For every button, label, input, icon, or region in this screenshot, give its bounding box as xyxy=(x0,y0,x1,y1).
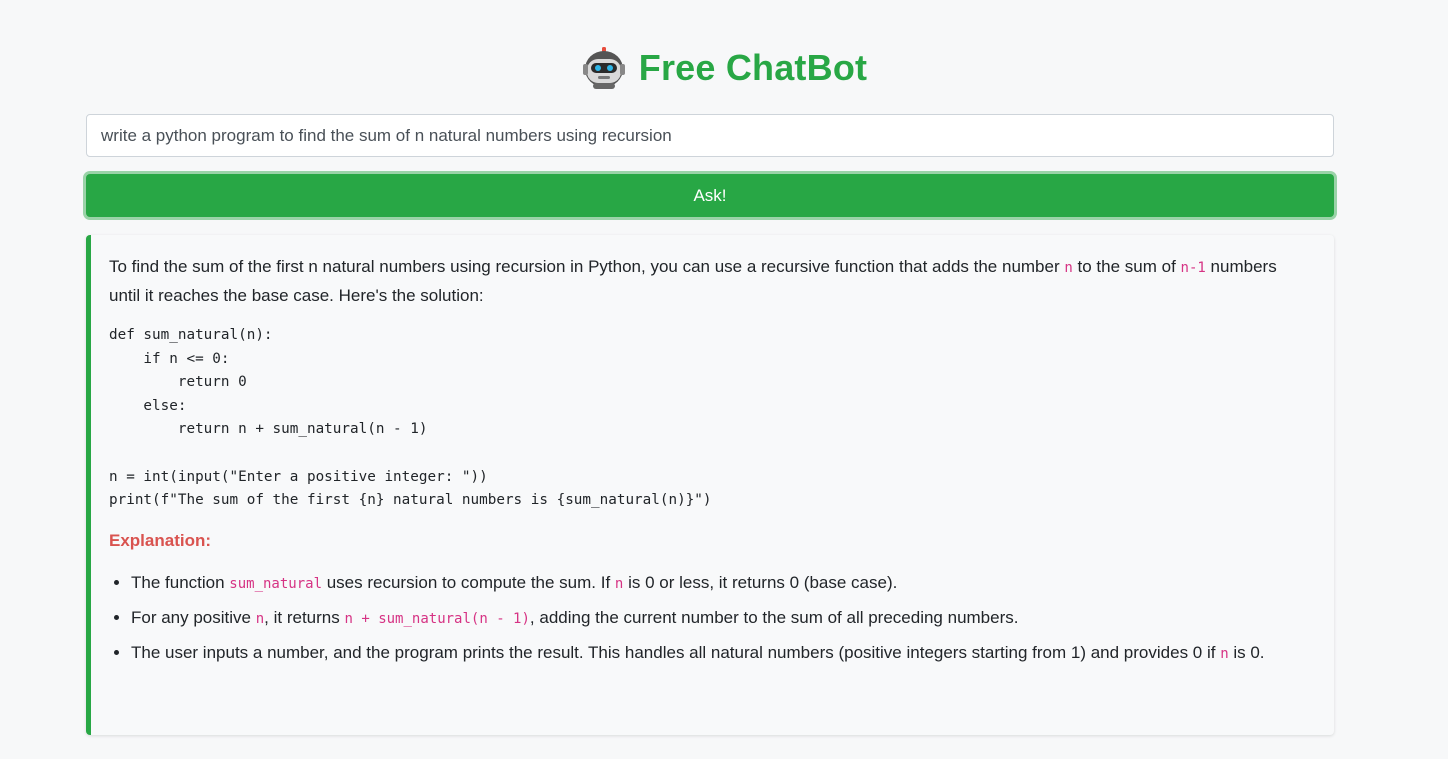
intro-text: To find the sum of the first n natural n… xyxy=(109,257,1065,276)
intro-text: to the sum of xyxy=(1072,257,1181,276)
explanation-list: The function sum_natural uses recursion … xyxy=(109,569,1312,668)
question-input[interactable] xyxy=(86,114,1334,157)
inline-code: n xyxy=(1220,645,1229,662)
page-title: Free ChatBot xyxy=(638,47,868,88)
list-item: For any positive n, it returns n + sum_n… xyxy=(131,604,1312,633)
answer-intro: To find the sum of the first n natural n… xyxy=(109,253,1312,310)
page-header: Free ChatBot xyxy=(0,40,1448,96)
inline-code: n + sum_natural(n - 1) xyxy=(344,610,530,627)
inline-code: n-1 xyxy=(1180,260,1206,276)
explanation-heading: Explanation: xyxy=(109,530,212,550)
list-item: The function sum_natural uses recursion … xyxy=(131,569,1312,598)
answer-card: To find the sum of the first n natural n… xyxy=(86,235,1334,735)
list-item: The user inputs a number, and the progra… xyxy=(131,639,1312,668)
inline-code: n xyxy=(1064,260,1073,276)
ask-button[interactable]: Ask! xyxy=(86,174,1334,217)
robot-icon xyxy=(582,47,625,89)
inline-code: sum_natural xyxy=(229,575,322,592)
inline-code: n xyxy=(255,610,265,627)
code-block: def sum_natural(n): if n <= 0: return 0 … xyxy=(109,327,712,509)
